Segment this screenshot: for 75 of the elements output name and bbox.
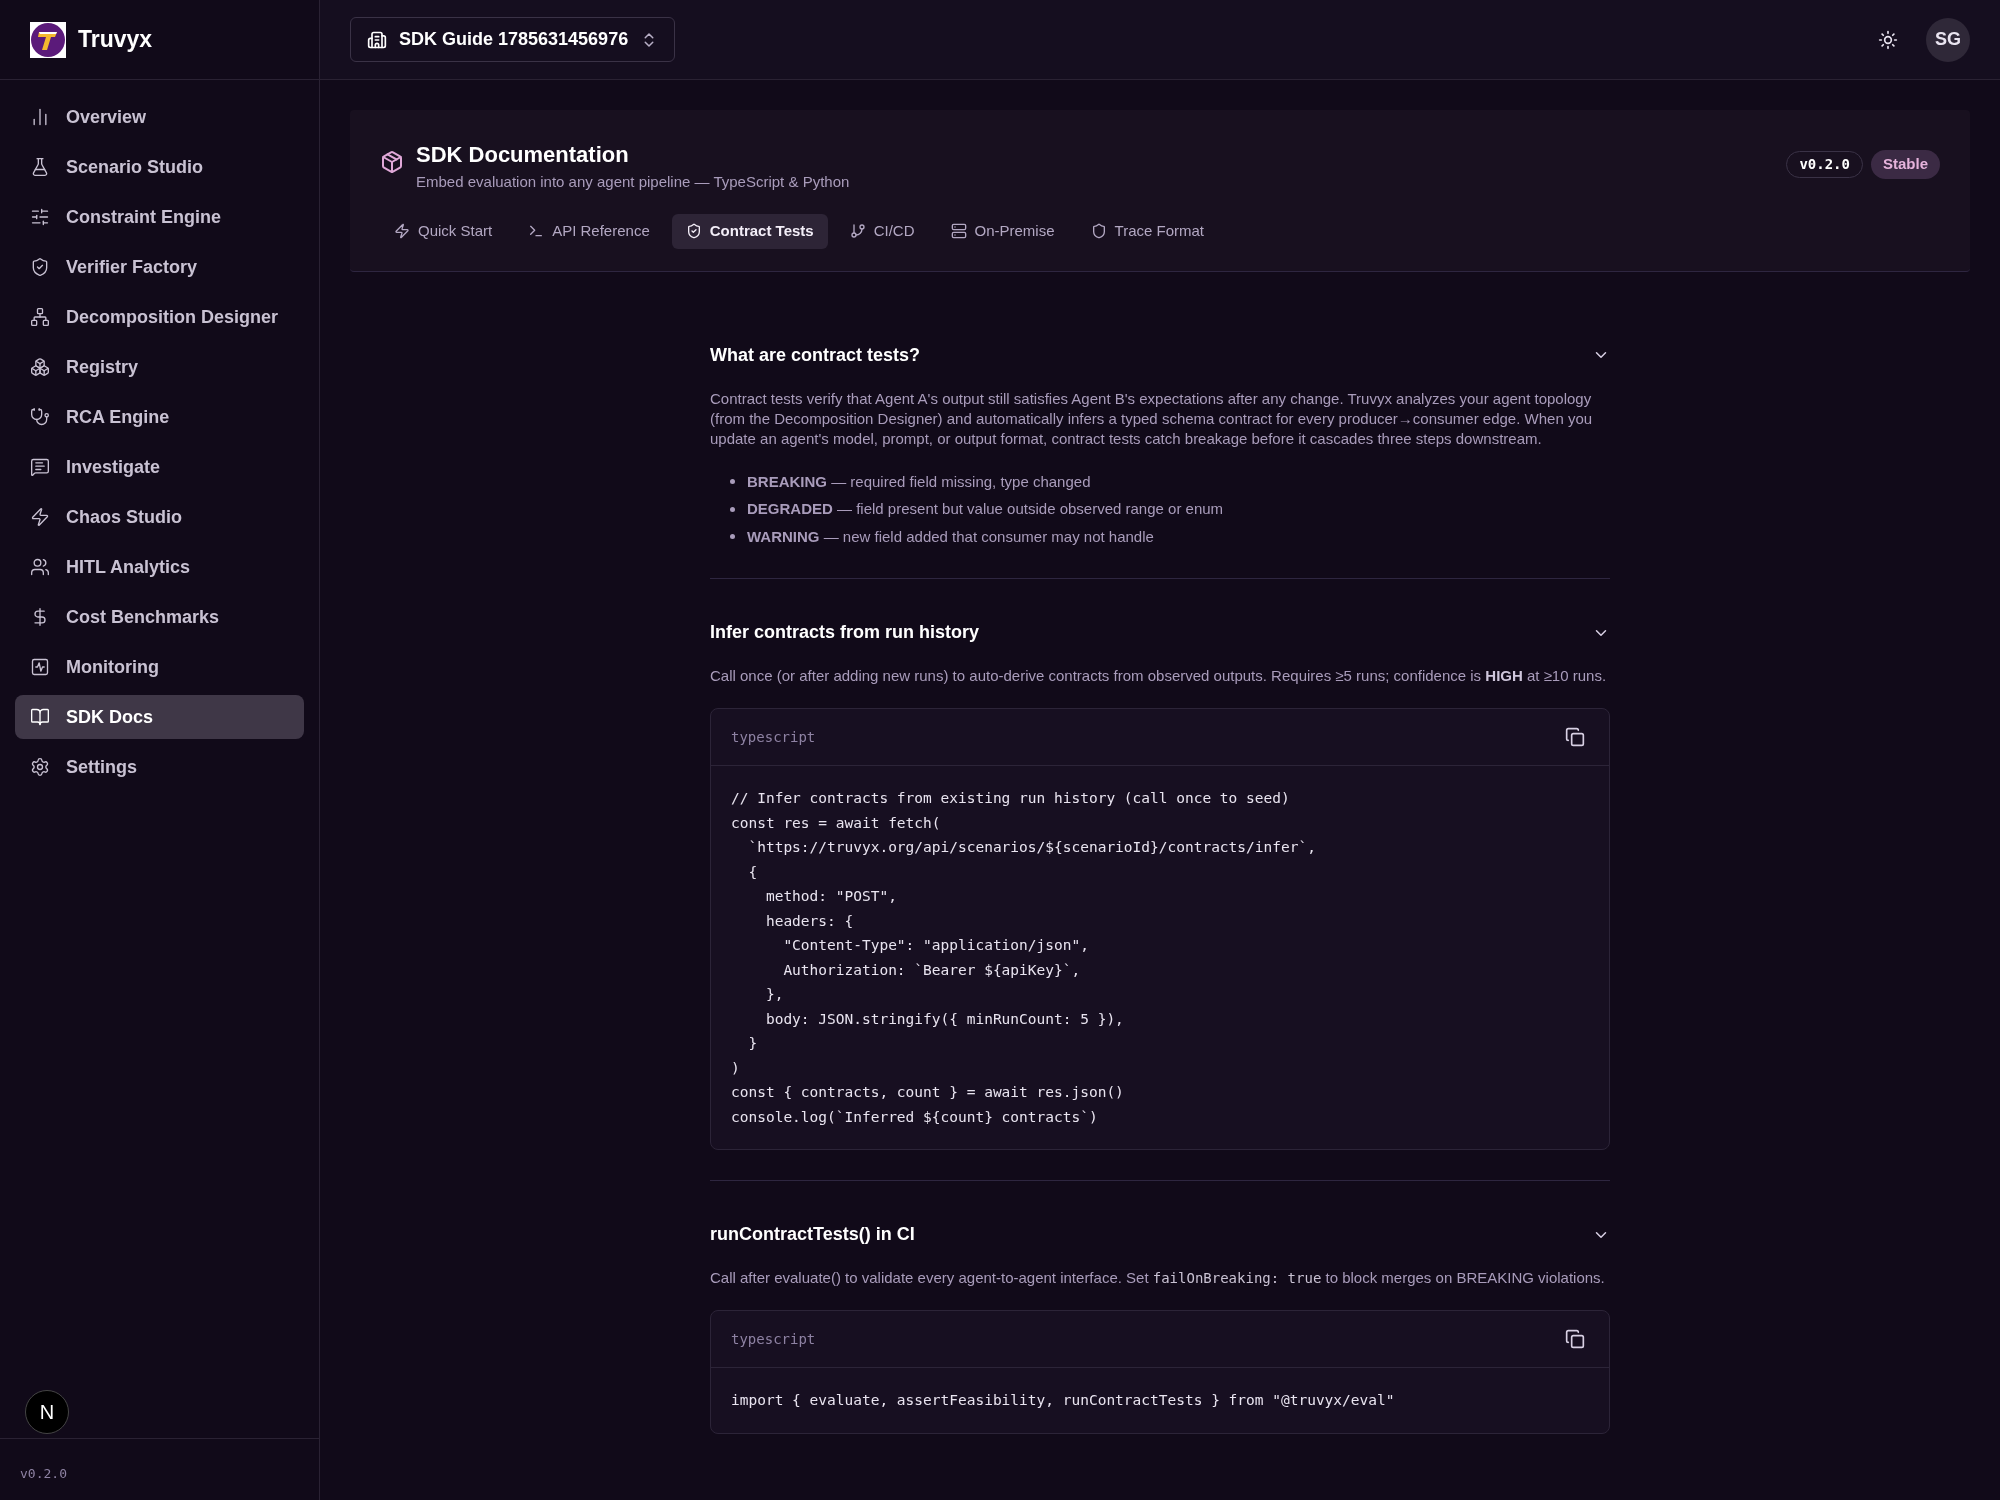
code-language: typescript bbox=[731, 727, 816, 747]
page-subtitle: Embed evaluation into any agent pipeline — TypeScript & Python bbox=[416, 172, 850, 192]
code-line: "Content-Type": "application/json", bbox=[782, 936, 1089, 955]
doc-tab[interactable]: Trace Format bbox=[1076, 213, 1218, 249]
user-avatar[interactable]: SG bbox=[1926, 17, 1970, 62]
sidebar-item[interactable]: Chaos Studio bbox=[15, 495, 304, 539]
code-line: ) bbox=[731, 1058, 740, 1078]
branch-icon bbox=[849, 223, 866, 239]
lightning-icon bbox=[394, 223, 410, 239]
code-line: const { contracts, count } = await res.json() bbox=[731, 1083, 1124, 1102]
shield-icon bbox=[1090, 223, 1107, 239]
sidebar-item[interactable]: Verifier Factory bbox=[15, 245, 304, 289]
shield-check-icon bbox=[30, 257, 50, 277]
boxes-icon bbox=[30, 357, 50, 377]
code-line: `https://truvyx.org/api/scenarios/${scenarioId}/contracts/infer`, bbox=[747, 838, 1316, 857]
code-line: // Infer contracts from existing run history (call once to seed) bbox=[731, 789, 1290, 808]
sidebar-item[interactable]: Overview bbox=[15, 95, 304, 139]
sidebar-item[interactable]: SDK Docs bbox=[15, 695, 304, 739]
stethoscope-icon bbox=[30, 407, 50, 427]
bullet-text: DEGRADED — field present but value outside observed range or enum bbox=[747, 499, 1224, 519]
hierarchy-icon bbox=[30, 307, 50, 327]
terminal-icon bbox=[528, 223, 545, 239]
status-badge: Stable bbox=[1871, 150, 1940, 179]
doc-tab[interactable]: CI/CD bbox=[835, 213, 929, 249]
dev-badge[interactable]: N bbox=[25, 1390, 69, 1434]
doc-tab[interactable]: Contract Tests bbox=[671, 213, 828, 249]
doc-tab[interactable]: API Reference bbox=[514, 213, 664, 249]
flask-icon bbox=[30, 157, 50, 177]
message-icon bbox=[30, 457, 50, 477]
sidebar-item[interactable]: RCA Engine bbox=[15, 395, 304, 439]
doc-tab[interactable]: On-Premise bbox=[936, 213, 1069, 249]
server-icon bbox=[950, 223, 967, 239]
logo-icon bbox=[30, 21, 66, 58]
section-title: runContractTests() in CI bbox=[710, 1223, 915, 1246]
sidebar-item[interactable]: HITL Analytics bbox=[15, 545, 304, 589]
building-icon bbox=[367, 29, 387, 50]
section-description: Contract tests verify that Agent A's output still satisfies Agent B's expectations after any change. Truvyx analyzes your agent topology (from the Decomposition Designer) and automatically infers a typed schema contract for every producer→consumer edge. When you update an agent's model, prompt, or output format, contract tests catch breakage before it cascades three steps downstream. bbox=[710, 388, 1594, 449]
code-line: import { evaluate, assertFeasibility, runContractTests } from "@truvyx/eval" bbox=[731, 1391, 1395, 1410]
sidebar-item[interactable]: Cost Benchmarks bbox=[15, 595, 304, 639]
activity-icon bbox=[30, 657, 50, 677]
lightning-icon bbox=[30, 507, 50, 527]
section-title: What are contract tests? bbox=[710, 343, 921, 367]
sidebar-item[interactable]: Decomposition Designer bbox=[15, 295, 304, 339]
code-line: body: JSON.stringify({ minRunCount: 5 }), bbox=[764, 1009, 1124, 1029]
sidebar-item[interactable]: Scenario Studio bbox=[15, 145, 304, 189]
book-icon bbox=[30, 707, 50, 727]
doc-tab[interactable]: Quick Start bbox=[380, 213, 507, 249]
page-title: SDK Documentation bbox=[416, 141, 630, 169]
code-line: } bbox=[747, 1034, 758, 1053]
users-icon bbox=[30, 557, 50, 577]
code-line: const res = await fetch( bbox=[731, 813, 941, 833]
code-line: console.log(`Inferred ${count} contracts`) bbox=[731, 1107, 1098, 1127]
sidebar-item[interactable]: Investigate bbox=[15, 445, 304, 489]
brand-name: Truvyx bbox=[78, 25, 153, 55]
bullet-text: BREAKING — required field missing, type changed bbox=[747, 471, 1091, 492]
version-label: v0.2.0 bbox=[20, 1466, 67, 1481]
shield-check-icon bbox=[685, 223, 702, 239]
sidebar-item[interactable]: Constraint Engine bbox=[15, 195, 304, 239]
section-title: Infer contracts from run history bbox=[710, 621, 980, 644]
section-description: Call after evaluate() to validate every agent-to-agent interface. Set failOnBreaking: true to block merges on BREAKING violations. bbox=[710, 1268, 1606, 1288]
code-language: typescript bbox=[731, 1329, 816, 1349]
settings-icon bbox=[30, 757, 50, 777]
sidebar-item[interactable]: Registry bbox=[15, 345, 304, 389]
code-line: { bbox=[747, 862, 758, 882]
code-line: Authorization: `Bearer ${apiKey}`, bbox=[782, 960, 1081, 980]
bullet-text: WARNING — new field added that consumer may not handle bbox=[747, 526, 1154, 547]
code-line: }, bbox=[764, 985, 784, 1004]
sidebar-item[interactable]: Monitoring bbox=[15, 645, 304, 689]
workspace-selector[interactable]: SDK Guide 1785631456976 bbox=[350, 17, 676, 62]
code-line: headers: { bbox=[764, 911, 854, 931]
section-description: Call once (or after adding new runs) to auto-derive contracts from observed outputs. Requires ≥5 runs; confidence is HIGH at ≥10 runs. bbox=[710, 666, 1608, 686]
sidebar-item[interactable]: Settings bbox=[15, 745, 304, 789]
package-icon bbox=[380, 150, 404, 174]
sliders-icon bbox=[30, 207, 50, 227]
code-line: method: "POST", bbox=[764, 887, 897, 906]
